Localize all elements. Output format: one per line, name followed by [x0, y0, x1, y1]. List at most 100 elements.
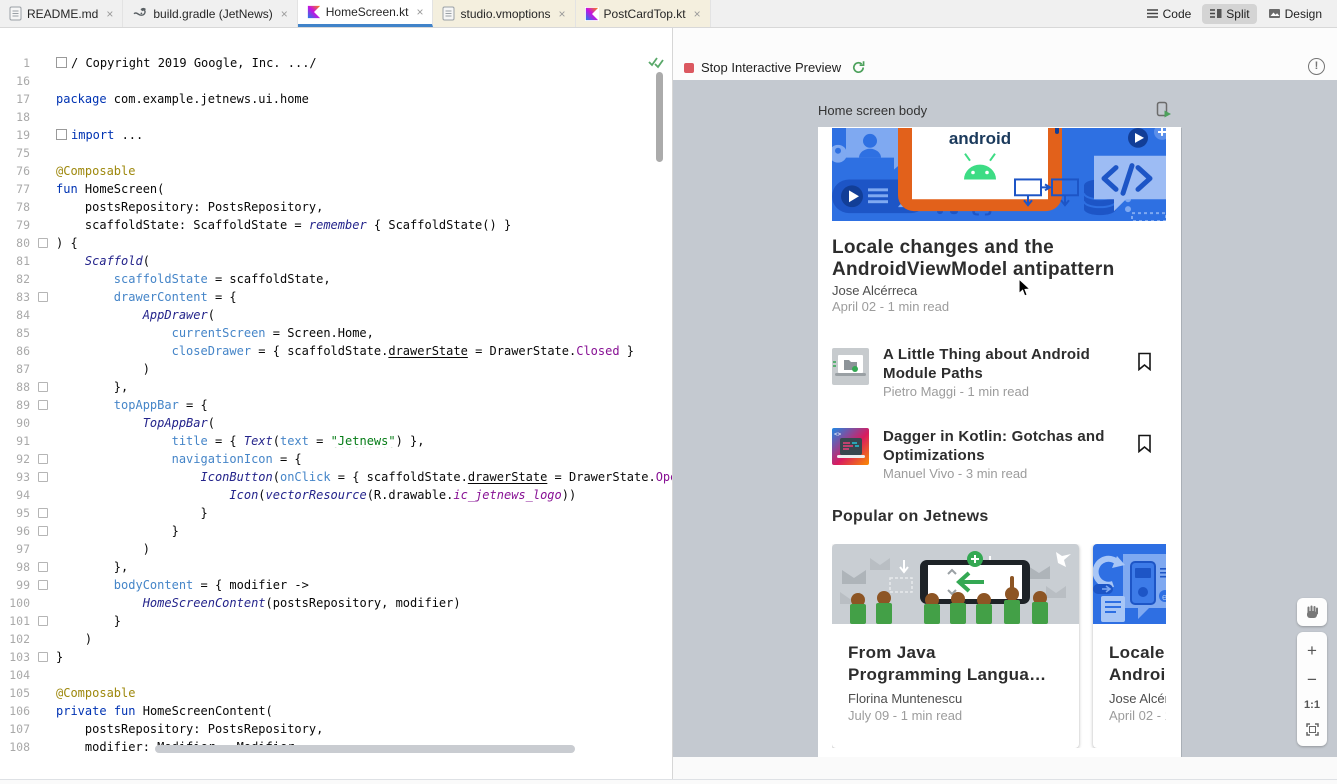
top-story-title[interactable]: Locale changes and the [832, 237, 1166, 259]
list-item-title[interactable]: A Little Thing about Android [883, 345, 1133, 364]
bookmark-icon[interactable] [1137, 352, 1152, 371]
list-item-title[interactable]: Module Paths [883, 364, 1133, 383]
line-number: 78 [0, 200, 30, 214]
thumbnail-image[interactable]: <> [832, 428, 869, 465]
bookmark-icon[interactable] [1137, 434, 1152, 453]
fold-marker[interactable] [38, 652, 48, 662]
tab-label: HomeScreen.kt [326, 5, 409, 19]
line-number: 83 [0, 290, 30, 304]
top-story-title[interactable]: AndroidViewModel antipattern [832, 259, 1166, 281]
close-icon[interactable]: × [694, 7, 701, 21]
post-card[interactable]: ≡ e Locale c Android Jose Alcérre April … [1093, 544, 1166, 748]
code-line: 101 } [0, 612, 672, 630]
editor-vertical-scrollbar[interactable] [656, 72, 663, 162]
line-number: 81 [0, 254, 30, 268]
fold-marker[interactable] [38, 616, 48, 626]
code-line: 107 postsRepository: PostsRepository, [0, 720, 672, 738]
zoom-in-button[interactable]: + [1307, 642, 1317, 659]
fold-marker[interactable] [38, 580, 48, 590]
line-number: 94 [0, 488, 30, 502]
card-image [832, 544, 1079, 624]
svg-text:≡: ≡ [1159, 560, 1166, 585]
fold-marker[interactable] [38, 562, 48, 572]
stop-label: Stop Interactive Preview [701, 60, 841, 75]
inspections-ok-icon[interactable] [648, 55, 665, 70]
line-number: 16 [0, 74, 30, 88]
list-item-title[interactable]: Dagger in Kotlin: Gotchas and [883, 427, 1133, 446]
line-number: 86 [0, 344, 30, 358]
code-line: 75 [0, 144, 672, 162]
hero-image[interactable]: {} android [832, 128, 1166, 221]
tab-homescreen[interactable]: HomeScreen.kt × [298, 0, 434, 27]
zoom-actual-button[interactable]: 1:1 [1304, 699, 1320, 711]
tab-build-gradle[interactable]: build.gradle (JetNews) × [123, 0, 297, 27]
line-number: 108 [0, 740, 30, 754]
zoom-out-button[interactable]: − [1307, 671, 1317, 688]
line-number: 1 [0, 56, 30, 70]
fold-box-icon[interactable] [56, 57, 67, 68]
code-line: 90 TopAppBar( [0, 414, 672, 432]
preview-name-label: Home screen body [818, 103, 927, 118]
issues-icon[interactable]: ! [1308, 58, 1325, 75]
refresh-icon[interactable] [851, 60, 866, 75]
close-icon[interactable]: × [106, 7, 113, 21]
view-mode-design[interactable]: Design [1261, 4, 1329, 24]
svg-text:android: android [949, 129, 1011, 148]
svg-text:<>: <> [834, 431, 842, 438]
view-mode-switcher: Code Split Design [1139, 0, 1337, 27]
card-meta: April 02 - 1 m [1109, 708, 1166, 723]
close-icon[interactable]: × [281, 7, 288, 21]
fold-box-icon[interactable] [56, 129, 67, 140]
line-number: 17 [0, 92, 30, 106]
code-editor[interactable]: 1/ Copyright 2019 Google, Inc. .../1617p… [0, 28, 672, 779]
line-number: 84 [0, 308, 30, 322]
code-lines: 1/ Copyright 2019 Google, Inc. .../1617p… [0, 54, 672, 756]
view-mode-code[interactable]: Code [1139, 4, 1199, 24]
android-studio-window: README.md × build.gradle (JetNews) × Hom… [0, 0, 1337, 784]
hand-tool-button[interactable] [1297, 598, 1327, 626]
fold-marker[interactable] [38, 400, 48, 410]
code-line: 95 } [0, 504, 672, 522]
device-preview-frame[interactable]: {} android [818, 127, 1181, 757]
fold-marker[interactable] [38, 508, 48, 518]
fold-marker[interactable] [38, 472, 48, 482]
view-mode-split[interactable]: Split [1202, 4, 1256, 24]
line-number: 102 [0, 632, 30, 646]
code-line: 103} [0, 648, 672, 666]
list-item-meta: Manuel Vivo - 3 min read [883, 466, 1027, 481]
zoom-fit-button[interactable] [1306, 723, 1319, 736]
stop-icon [684, 63, 694, 73]
list-item-title[interactable]: Optimizations [883, 446, 1133, 465]
line-number: 75 [0, 146, 30, 160]
post-card[interactable]: From Java Programming Langua… Florina Mu… [832, 544, 1079, 748]
tab-postcardtop[interactable]: PostCardTop.kt × [576, 0, 711, 27]
line-number: 76 [0, 164, 30, 178]
preview-panel: Stop Interactive Preview ! Home screen b… [673, 28, 1337, 779]
code-line: 92 navigationIcon = { [0, 450, 672, 468]
editor-horizontal-scrollbar[interactable] [155, 745, 575, 753]
tab-readme[interactable]: README.md × [0, 0, 123, 27]
code-line: 78 postsRepository: PostsRepository, [0, 198, 672, 216]
run-on-device-icon[interactable] [1156, 101, 1172, 118]
code-line: 106private fun HomeScreenContent( [0, 702, 672, 720]
line-number: 103 [0, 650, 30, 664]
preview-toolbar: Stop Interactive Preview ! [673, 55, 1337, 80]
close-icon[interactable]: × [559, 7, 566, 21]
fold-marker[interactable] [38, 382, 48, 392]
code-line: 87 ) [0, 360, 672, 378]
card-meta: July 09 - 1 min read [848, 708, 1063, 723]
line-number: 92 [0, 452, 30, 466]
fold-marker[interactable] [38, 454, 48, 464]
card-title: From Java [848, 642, 1063, 664]
top-story-author: Jose Alcérreca [832, 283, 917, 298]
fold-marker[interactable] [38, 292, 48, 302]
top-story-meta: April 02 - 1 min read [832, 299, 949, 314]
stop-interactive-preview-button[interactable]: Stop Interactive Preview [684, 60, 841, 75]
close-icon[interactable]: × [416, 5, 423, 19]
fold-marker[interactable] [38, 238, 48, 248]
line-number: 101 [0, 614, 30, 628]
fold-marker[interactable] [38, 526, 48, 536]
tab-vmoptions[interactable]: studio.vmoptions × [433, 0, 575, 27]
code-line: 16 [0, 72, 672, 90]
thumbnail-image[interactable] [832, 348, 869, 385]
